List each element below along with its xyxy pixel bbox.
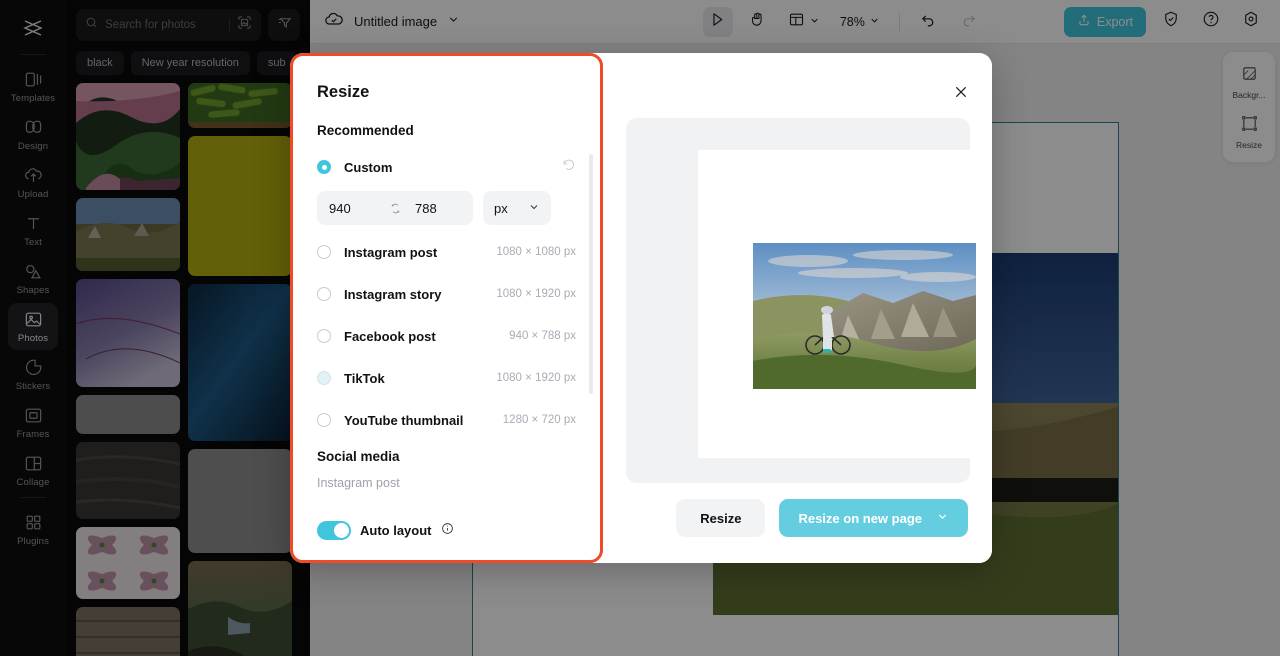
preset-label: Instagram story [344,286,442,302]
preset-dimensions: 940 × 788 px [509,330,576,342]
preset-list: Custom 940 788 px Instagram post 1080 × … [293,146,600,507]
preset-option-instagram-post[interactable]: Instagram post 1080 × 1080 px [293,231,600,273]
resize-preview-pane: Resize Resize on new page [603,53,992,563]
auto-layout-row: Auto layout [293,507,600,560]
app-root: Templates Design Upload Text Shapes Phot… [0,0,1280,656]
preset-label: Instagram post [344,244,438,260]
radio-facebook-post[interactable] [317,329,331,343]
radio-instagram-story[interactable] [317,287,331,301]
custom-dimensions-row: 940 788 px [293,188,600,231]
unit-value: px [494,200,508,216]
preview-page [698,150,992,458]
auto-layout-toggle[interactable] [317,521,351,540]
preset-dimensions: 1080 × 1920 px [496,288,576,300]
auto-layout-label: Auto layout [360,523,432,538]
reset-icon[interactable] [562,158,576,177]
preset-dimensions: 1280 × 720 px [502,414,576,426]
close-icon[interactable] [948,79,974,105]
preset-option-custom[interactable]: Custom [293,146,600,188]
preset-dimensions: 1080 × 1920 px [496,372,576,384]
preset-option-facebook-post[interactable]: Facebook post 940 × 788 px [293,315,600,357]
radio-instagram-post[interactable] [317,245,331,259]
radio-tiktok[interactable] [317,371,331,385]
preset-option-youtube-thumbnail[interactable]: YouTube thumbnail 1280 × 720 px [293,399,600,441]
resize-button[interactable]: Resize [676,499,766,537]
dialog-actions: Resize Resize on new page [676,499,968,537]
section-social-media: Social media [317,449,400,464]
primary-button-label: Resize on new page [798,510,922,526]
resize-dialog: Resize Recommended Custom 940 788 px Ins… [290,53,992,563]
preview-image [753,243,977,389]
preset-option-tiktok[interactable]: TikTok 1080 × 1920 px [293,357,600,399]
preset-label: Custom [344,159,393,175]
width-input[interactable]: 940 [317,191,387,225]
chevron-down-icon [528,201,540,216]
radio-custom[interactable] [317,160,331,174]
info-icon[interactable] [441,522,454,540]
section-recommended: Recommended [317,123,414,138]
preset-label: TikTok [344,370,385,386]
social-item[interactable]: Instagram post [293,472,600,490]
dialog-title: Resize [317,83,370,101]
preset-option-instagram-story[interactable]: Instagram story 1080 × 1920 px [293,273,600,315]
height-input[interactable]: 788 [403,191,473,225]
preset-list-scrollbar[interactable] [589,154,593,394]
resize-options-pane: Resize Recommended Custom 940 788 px Ins… [290,53,603,563]
chevron-down-icon[interactable] [936,510,949,526]
preset-label: Facebook post [344,328,436,344]
resize-on-new-page-button[interactable]: Resize on new page [779,499,968,537]
unit-select[interactable]: px [483,191,551,225]
preview-canvas-background [626,118,992,483]
preset-label: YouTube thumbnail [344,412,464,428]
link-ratio-icon[interactable] [387,191,403,225]
preset-dimensions: 1080 × 1080 px [496,246,576,258]
radio-youtube-thumbnail[interactable] [317,413,331,427]
